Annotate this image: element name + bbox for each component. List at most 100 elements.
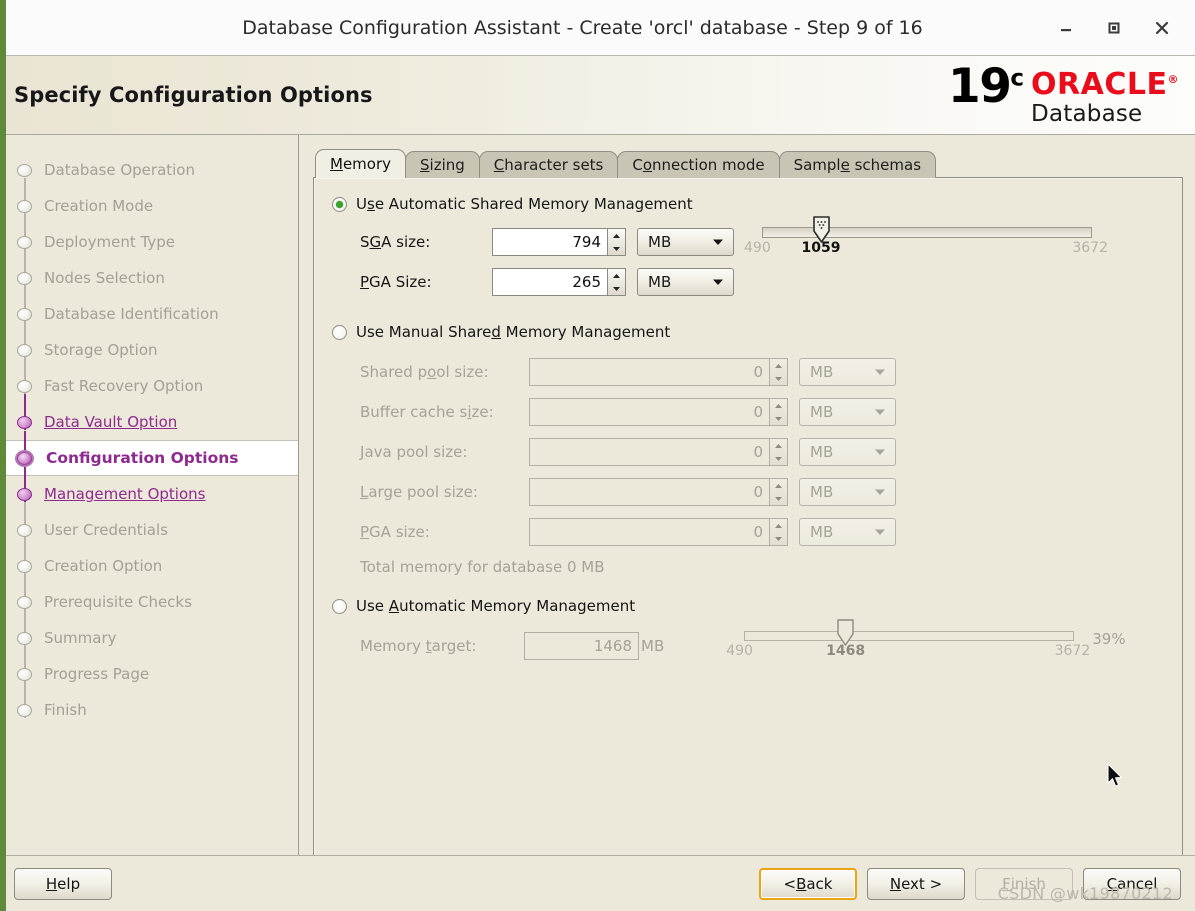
manual-memory-fields: Shared pool size: 0 MB Buffer cache size: 0 M… [324,352,1182,552]
chevron-down-icon [874,448,886,456]
chevron-down-icon [712,238,724,246]
pga-size-step-down[interactable] [608,282,625,295]
cancel-button[interactable]: Cancel [1083,867,1181,900]
close-icon[interactable] [1151,17,1173,39]
step-down-icon [770,412,787,425]
sidebar-item-summary: Summary [0,610,298,656]
step-up-icon [770,399,787,412]
sga-size-unit-select[interactable]: MB [637,228,734,256]
mouse-cursor [1107,763,1125,793]
sga-size-step-up[interactable] [608,229,625,242]
sidebar-item-configuration-options[interactable]: Configuration Options [0,431,298,476]
sidebar-item-storage-option: Storage Option [0,322,298,368]
field-row-buffer-cache-size: Buffer cache size: 0 MB [324,392,1182,432]
tab-sample-schemas[interactable]: Sample schemas [778,151,937,178]
field-row-shared-pool-size: Shared pool size: 0 MB [324,352,1182,392]
footer-nav-buttons: < Back Next > Finish Cancel [759,867,1181,900]
sidebar-item-prerequisite-checks: Prerequisite Checks [0,574,298,620]
sidebar-item-database-operation: Database Operation [0,152,298,188]
sidebar-item-label: Management Options [44,485,206,503]
memory-target-slider-scale: 490 1468 3672 [726,643,1090,661]
sidebar-item-label: Prerequisite Checks [44,593,192,611]
memory-target-slider-max: 3672 [1054,643,1091,659]
field-row-java-pool-size: Java pool size: 0 MB [324,432,1182,472]
radio-indicator-automatic-shared[interactable] [332,196,347,212]
sidebar-item-data-vault-option[interactable]: Data Vault Option [0,394,298,440]
logo-version-sup: c [1010,64,1025,91]
chevron-down-icon [874,408,886,416]
field-row-pga-size: PGA Size: 265 MB [324,262,1182,302]
radio-label-automatic-shared: Use Automatic Shared Memory Management [356,195,693,213]
sidebar-step-bullet-icon [17,163,32,177]
spinner-pga-size[interactable]: 265 [492,268,626,296]
chevron-down-icon [874,528,886,536]
spinner-java-pool-size: 0 [529,438,788,466]
input-pga-size: 0 [529,518,769,546]
radio-indicator-manual-shared[interactable] [332,324,347,340]
tab-connection-mode[interactable]: Connection mode [617,151,780,178]
radio-use-manual-shared-memory[interactable]: Use Manual Shared Memory Management [332,320,1182,344]
sidebar-step-bullet-icon [17,379,32,393]
logo-version-number: 19 [948,58,1012,114]
unit-select-shared-pool-size: MB [799,358,896,386]
pga-size-input[interactable]: 265 [492,268,607,296]
sga-size-unit-value: MB [648,233,672,251]
chevron-down-icon [874,488,886,496]
tab-label: Connection mode [632,156,765,174]
finish-button: Finish [975,867,1073,900]
input-large-pool-size: 0 [529,478,769,506]
back-button[interactable]: < Back [759,867,857,900]
sidebar-step-bullet-icon [17,199,32,213]
tab-label: Sizing [420,156,465,174]
maximize-icon[interactable] [1103,17,1125,39]
label-sga-size: SGA size: [360,233,431,251]
unit-select-buffer-cache-size: MB [799,398,896,426]
page-title: Specify Configuration Options [14,83,373,107]
minimize-icon[interactable] [1055,17,1077,39]
sidebar-item-label: Database Operation [44,161,195,179]
memory-target-slider-track [744,631,1075,641]
next-button[interactable]: Next > [867,867,965,900]
step-up-icon [770,439,787,452]
unit-value: MB [810,363,834,381]
sidebar-item-label: Storage Option [44,341,158,359]
input-buffer-cache-size: 0 [529,398,769,426]
pga-size-step-up[interactable] [608,269,625,282]
footer-bar: Help < Back Next > Finish Cancel CSDN @w… [0,855,1195,911]
pga-size-unit-select[interactable]: MB [637,268,734,296]
memory-target-unit: MB [641,637,665,655]
sidebar-item-nodes-selection: Nodes Selection [0,250,298,296]
radio-indicator-automatic-memory[interactable] [332,598,347,614]
tab-strip: Memory Sizing Character sets Connection mod… [313,149,1183,178]
sidebar-item-label: Configuration Options [46,449,239,467]
sga-size-input[interactable]: 794 [492,228,607,256]
spinner-sga-size[interactable]: 794 [492,228,626,256]
spinner-shared-pool-size: 0 [529,358,788,386]
step-down-icon [770,372,787,385]
tab-memory[interactable]: Memory [315,149,407,178]
sga-size-slider[interactable]: 490 1059 3672 [744,215,1108,258]
sidebar-item-label: Summary [44,629,117,647]
help-button[interactable]: Help [14,867,112,900]
tab-sizing[interactable]: Sizing [405,151,480,178]
radio-use-automatic-memory[interactable]: Use Automatic Memory Management [332,594,1182,618]
unit-value: MB [810,403,834,421]
sidebar-step-bullet-icon [17,343,32,357]
dbca-window: Database Configuration Assistant - Creat… [0,0,1195,911]
unit-value: MB [810,523,834,541]
sga-size-step-down[interactable] [608,242,625,255]
logo-trademark: ® [1167,72,1179,86]
sidebar-step-bullet-icon [17,415,32,429]
window-controls [1055,17,1195,39]
sidebar-item-management-options[interactable]: Management Options [0,466,298,512]
step-down-icon [770,452,787,465]
radio-use-automatic-shared-memory[interactable]: Use Automatic Shared Memory Management [332,192,1182,216]
sga-size-stepper[interactable] [607,228,626,256]
oracle-logo: 19c ORACLE® Database [948,63,1179,126]
label-large-pool-size: Large pool size: [360,483,478,501]
stepper-shared-pool-size [769,358,788,386]
step-up-icon [770,519,787,532]
pga-size-stepper[interactable] [607,268,626,296]
sidebar-item-user-credentials: User Credentials [0,502,298,548]
tab-character-sets[interactable]: Character sets [478,151,619,178]
